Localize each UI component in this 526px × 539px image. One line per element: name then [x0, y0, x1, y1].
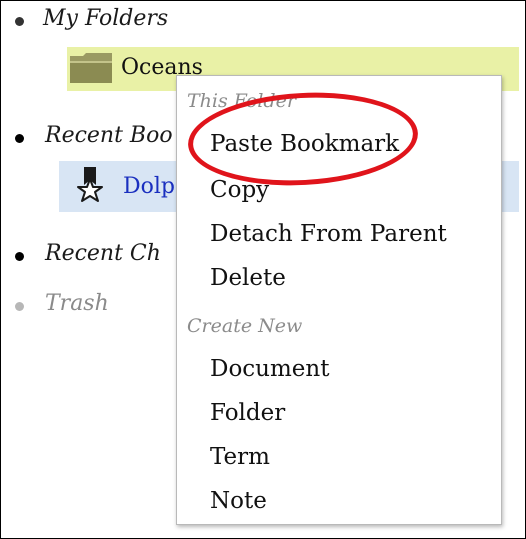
tree-bullet	[15, 252, 24, 261]
section-my-folders[interactable]: My Folders	[43, 6, 168, 31]
section-recent-bookmarks[interactable]: Recent Boo	[45, 123, 173, 148]
menu-item-delete[interactable]: Delete	[210, 265, 286, 291]
menu-item-note[interactable]: Note	[210, 488, 267, 514]
bookmark-star-icon	[77, 167, 103, 202]
tree-bullet	[15, 302, 24, 311]
tree-bullet	[15, 134, 24, 143]
menu-item-paste-bookmark[interactable]: Paste Bookmark	[210, 131, 399, 157]
tree-bullet	[15, 17, 24, 26]
window-frame: My Folders Oceans Recent Boo Dolp Recent…	[0, 0, 526, 539]
menu-item-document[interactable]: Document	[210, 356, 329, 382]
context-menu: This Folder Paste Bookmark Copy Detach F…	[176, 75, 502, 525]
menu-item-term[interactable]: Term	[210, 444, 270, 470]
menu-item-detach-from-parent[interactable]: Detach From Parent	[210, 221, 447, 247]
menu-item-folder[interactable]: Folder	[210, 400, 285, 426]
menu-item-copy[interactable]: Copy	[210, 177, 269, 203]
menu-header-create-new: Create New	[187, 315, 303, 337]
bookmark-link-dolp[interactable]: Dolp	[123, 174, 175, 199]
section-trash[interactable]: Trash	[45, 291, 109, 316]
menu-header-this-folder: This Folder	[187, 90, 296, 112]
section-recent-changes[interactable]: Recent Ch	[45, 241, 161, 266]
folder-icon	[70, 53, 112, 83]
